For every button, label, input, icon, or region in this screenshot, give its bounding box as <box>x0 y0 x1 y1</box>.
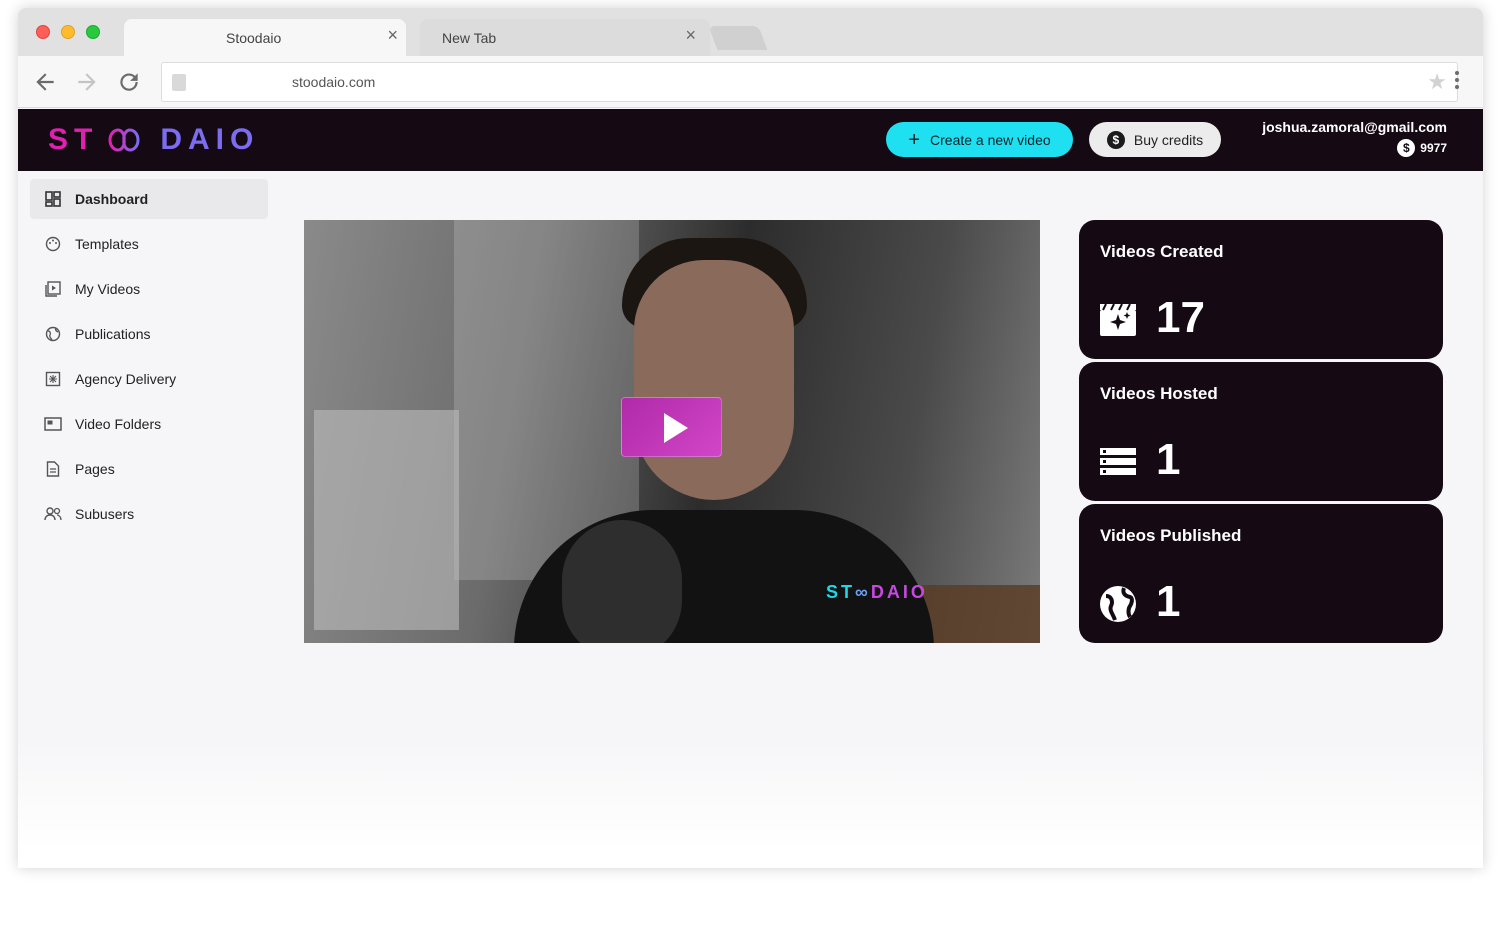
sidebar-item-pages[interactable]: Pages <box>30 449 268 489</box>
tab-new-tab[interactable]: New Tab × <box>420 19 710 56</box>
browser-menu-icon[interactable] <box>1447 68 1467 96</box>
sidebar-item-label: Templates <box>75 236 139 252</box>
stat-value: 17 <box>1156 293 1205 342</box>
video-library-icon <box>44 280 62 298</box>
sidebar-item-templates[interactable]: Templates <box>30 224 268 264</box>
user-email[interactable]: joshua.zamoral@gmail.com <box>1262 119 1447 135</box>
stat-card-videos-hosted: Videos Hosted 1 <box>1079 362 1443 501</box>
tab-title: New Tab <box>442 30 497 46</box>
tab-close-icon[interactable]: × <box>685 26 696 44</box>
video-watermark-logo: ST∞DAIO <box>826 582 928 602</box>
back-arrow-icon[interactable] <box>32 69 58 95</box>
sidebar-item-label: Agency Delivery <box>75 371 177 387</box>
video-frame-person <box>634 260 794 500</box>
logo-text-left: ST <box>48 123 99 156</box>
dashboard-icon <box>44 190 62 208</box>
folder-icon <box>44 415 62 433</box>
new-tab-button[interactable] <box>708 26 768 50</box>
globe-icon <box>1098 584 1138 624</box>
stat-title: Videos Published <box>1100 526 1242 545</box>
video-frame-microphone <box>562 520 682 643</box>
credit-count: 9977 <box>1420 141 1447 155</box>
stat-card-videos-published: Videos Published 1 <box>1079 504 1443 643</box>
stat-card-videos-created: Videos Created 17 <box>1079 220 1443 359</box>
stoodaio-logo[interactable]: ST DAIO <box>48 122 259 158</box>
url-text: stoodaio.com <box>292 74 376 90</box>
stat-value: 1 <box>1156 577 1181 626</box>
bottom-fade <box>18 738 1483 868</box>
create-video-label: Create a new video <box>930 131 1051 148</box>
users-icon <box>44 505 62 523</box>
sidebar-item-label: Dashboard <box>75 191 149 207</box>
watermark-left: ST <box>826 582 856 602</box>
sidebar-item-my-videos[interactable]: My Videos <box>30 269 268 309</box>
create-video-button[interactable]: + Create a new video <box>886 122 1073 157</box>
browser-window: Stoodaio × New Tab × stoodaio.com ★ ST D… <box>18 8 1483 868</box>
sidebar-item-label: Pages <box>75 461 115 477</box>
logo-text-right: DAIO <box>160 123 260 156</box>
sidebar-item-publications[interactable]: Publications <box>30 314 268 354</box>
globe-icon <box>44 325 62 343</box>
stat-title: Videos Created <box>1100 242 1224 261</box>
app-header: ST DAIO + Create a new video $ Buy credi… <box>18 109 1483 171</box>
stat-title: Videos Hosted <box>1100 384 1218 403</box>
server-list-icon <box>1098 442 1138 482</box>
sidebar-item-label: Publications <box>75 326 151 342</box>
clapperboard-sparkle-icon <box>1098 300 1138 340</box>
tab-title: Stoodaio <box>226 30 282 46</box>
tab-close-icon[interactable]: × <box>387 26 398 44</box>
dollar-icon: $ <box>1106 130 1125 149</box>
sidebar-item-video-folders[interactable]: Video Folders <box>30 404 268 444</box>
tab-stoodaio[interactable]: Stoodaio × <box>124 19 406 56</box>
plus-icon: + <box>908 128 921 151</box>
sidebar-item-dashboard[interactable]: Dashboard <box>30 179 268 219</box>
stat-value: 1 <box>1156 435 1181 484</box>
buy-credits-button[interactable]: $ Buy credits <box>1089 122 1221 157</box>
sidebar-item-label: Video Folders <box>75 416 162 432</box>
sidebar-nav: Dashboard Templates My Videos Publicatio… <box>30 179 268 539</box>
page-icon <box>44 460 62 478</box>
address-bar[interactable]: stoodaio.com ★ <box>161 62 1458 102</box>
infinity-logo-icon <box>108 128 140 152</box>
video-frame-background <box>314 410 459 630</box>
sidebar-item-label: My Videos <box>75 281 141 297</box>
user-credit-balance: $ 9977 <box>1397 139 1447 157</box>
browser-toolbar: stoodaio.com ★ <box>18 56 1483 108</box>
intro-video-player[interactable]: ST∞DAIO <box>304 220 1040 643</box>
sidebar-item-label: Subusers <box>75 506 135 522</box>
forward-arrow-icon[interactable] <box>74 69 100 95</box>
page-icon <box>172 74 186 91</box>
minimize-window-button[interactable] <box>61 25 75 39</box>
palette-icon <box>44 235 62 253</box>
play-button[interactable] <box>621 397 722 457</box>
watermark-right: DAIO <box>870 582 928 602</box>
buy-credits-label: Buy credits <box>1133 131 1204 148</box>
bookmark-star-icon[interactable]: ★ <box>1427 69 1447 95</box>
package-icon <box>44 370 62 388</box>
maximize-window-button[interactable] <box>86 25 100 39</box>
dollar-icon: $ <box>1397 139 1416 157</box>
sidebar-item-agency-delivery[interactable]: Agency Delivery <box>30 359 268 399</box>
reload-icon[interactable] <box>116 69 142 95</box>
close-window-button[interactable] <box>36 25 50 39</box>
tab-strip: Stoodaio × New Tab × <box>18 8 1483 56</box>
sidebar-item-subusers[interactable]: Subusers <box>30 494 268 534</box>
